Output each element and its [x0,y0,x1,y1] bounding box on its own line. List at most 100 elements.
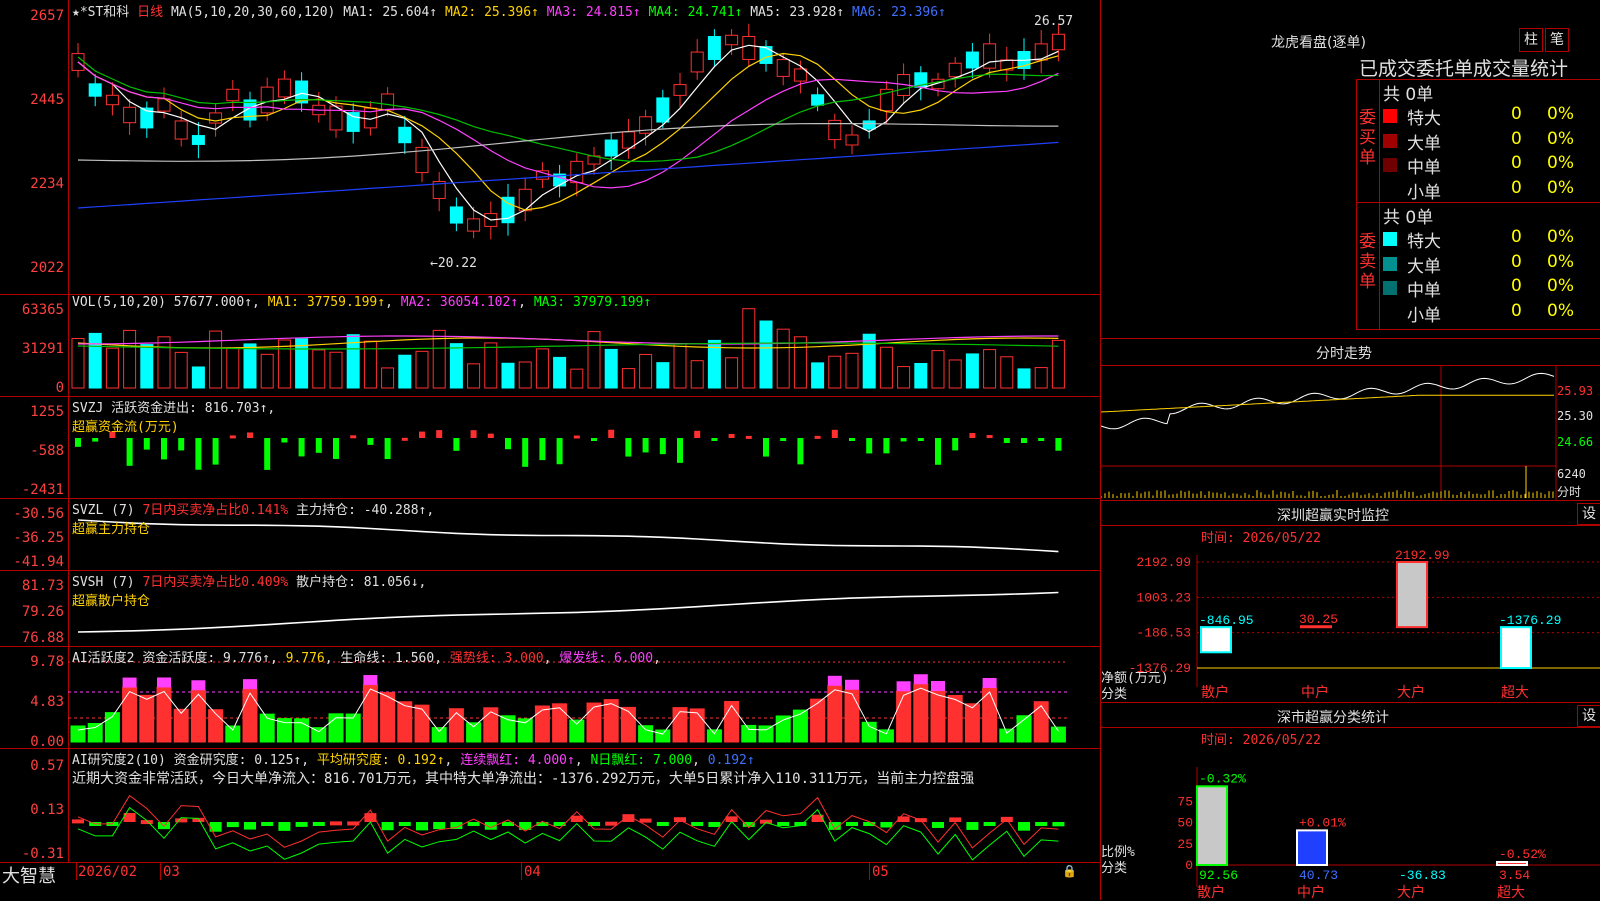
svzl-panel[interactable]: -30.56 -36.25 -41.94 SVZL (7) 7日内买卖净占比0.… [0,498,1100,571]
candle-body [845,134,859,146]
ai1-title: AI活跃度2 [72,651,135,666]
research-bar [467,822,480,826]
sz-monitor-settings-button[interactable]: 设 [1577,503,1600,525]
sz-class-title: 深市超赢分类统计 [1277,710,1389,726]
sz-cls-ytick: 50 [1177,816,1193,831]
ma5-line [77,122,1059,162]
svzl-ytick: -30.56 [13,506,64,522]
vol-bar [191,366,205,389]
ai2-avg: 平均研究度: 0.192↑ [316,753,445,768]
row-count: 0 [1511,104,1522,124]
flow-bar [333,438,339,459]
activity-bar [758,725,774,743]
activity-bar [173,708,189,743]
sz-class-chart: 75 50 25 0 -0.32% 92.56散户 +0.01% 40.73中户 -36.83大… [1177,767,1600,901]
sz-cls-value: 92.56 [1199,868,1238,883]
sz-class-settings-button[interactable]: 设 [1577,705,1600,727]
candle-body [381,93,395,111]
burst-cap [157,677,171,688]
flow-bar [608,429,615,438]
candle-body [105,94,119,106]
research-bar [932,822,944,828]
activity-bar [586,702,602,743]
flow-bar [986,435,993,439]
sz-mon-category: 散户 [1201,684,1229,701]
vol-bar [105,347,119,389]
vol-bar [776,328,790,389]
research-bar [605,821,618,826]
vol-bar [965,353,979,389]
activity-bar [655,729,671,743]
vol-bar [381,367,395,389]
vol-bar [312,349,326,389]
research-bar [295,822,308,827]
svsh-ratio: 7日内买卖净占比0.409% [142,575,289,590]
intraday-ytick: 25.93 [1557,384,1594,398]
candle-body [449,206,463,224]
research-bar [708,822,721,827]
activity-bar [1033,701,1049,743]
x-label-may: 05 [872,864,889,880]
sz-mon-bar [1500,626,1532,669]
period-label[interactable]: 日线 [137,5,163,20]
flow-bar [728,433,735,438]
ai-research-panel[interactable]: 0.57 0.13 -0.31 AI研究度2(10) 资金研究度: 0.125↑… [0,748,1100,863]
app-logo[interactable]: 大智慧 [2,862,56,888]
vol-bar [398,354,412,389]
sz-cls-category: 大户 [1397,884,1425,901]
flow-bar [642,438,649,453]
kline-plot[interactable] [68,0,1100,294]
flow-bar [281,438,288,443]
candle-body [725,34,739,46]
sz-class-section[interactable]: 深市超赢分类统计 设 时间: 2026/05/22 75 50 25 0 -0.32% 9… [1101,702,1600,901]
svzj-ytick: -588 [30,443,64,459]
row-name: 大单 [1407,133,1441,154]
flow-bar [1055,438,1062,451]
svsh-panel[interactable]: 81.73 79.26 76.88 SVSH (7) 7日内买卖净占比0.409… [0,570,1100,647]
svsh-ytick: 81.73 [21,578,64,594]
volume-panel[interactable]: 63365 31291 0 VOL(5,10,20) 57677.000↑, M… [0,294,1100,397]
sz-mon-category: 大户 [1397,684,1425,701]
stock-name[interactable]: ★*ST和科 [72,5,129,20]
row-pct: 0% [1547,300,1574,321]
research-bar [261,822,274,826]
row-name: 小单 [1407,182,1441,203]
vol-ma3-line [77,342,1059,350]
flow-bar [780,438,787,441]
kline-panel[interactable]: 2657 2445 2234 2022 ★*ST和科 日线 MA(5,10,20… [0,0,1100,295]
legend-swatch [1383,182,1397,197]
flow-bar [763,438,769,457]
vol-bar [449,343,463,389]
flow-bar [1003,438,1010,444]
ai-activity-panel[interactable]: 9.78 4.83 0.00 AI活跃度2 资金活跃度: 9.776↑, 9.7… [0,646,1100,750]
vol-bar [845,352,859,389]
sz-monitor-xlabel: 分类 [1101,687,1128,702]
vol-bar [1034,367,1048,389]
candle-body [673,84,687,96]
flow-bar [1038,438,1045,441]
candle-body [518,188,532,212]
sz-monitor-section[interactable]: 深圳超赢实时监控 设 时间: 2026/05/22 2192.99 1003.23… [1101,500,1600,703]
research-bar [1052,822,1065,827]
sz-cls-change: +0.01% [1299,815,1346,830]
sz-mon-value: 2192.99 [1395,548,1450,563]
research-line-red [77,794,1059,849]
sz-monitor-title: 深圳超赢实时监控 [1277,508,1389,524]
svsh-ytick: 76.88 [21,630,64,646]
activity-bar [87,722,103,743]
candle-body [226,88,240,102]
burst-cap [243,679,257,690]
vol-bar [277,339,291,389]
svzj-panel[interactable]: 1255 -588 -2431 SVZJ 活跃资金进出: 816.703↑, 超… [0,396,1100,499]
bar-mode-button[interactable]: 柱 [1519,28,1543,52]
candle-body [260,86,274,114]
intraday-section[interactable]: 分时走势 25.93 25.30 24.66 6240 分时 [1101,338,1600,501]
lock-icon[interactable]: 🔒 [1062,864,1077,878]
svzl-value: 主力持仓: -40.288↑ [296,503,427,518]
activity-bar [810,698,826,743]
ai1-active2: 9.776 [285,651,325,666]
pen-mode-button[interactable]: 笔 [1545,28,1569,52]
intraday-canvas [1101,366,1557,500]
flow-bar [849,438,855,441]
activity-bar [569,719,585,743]
